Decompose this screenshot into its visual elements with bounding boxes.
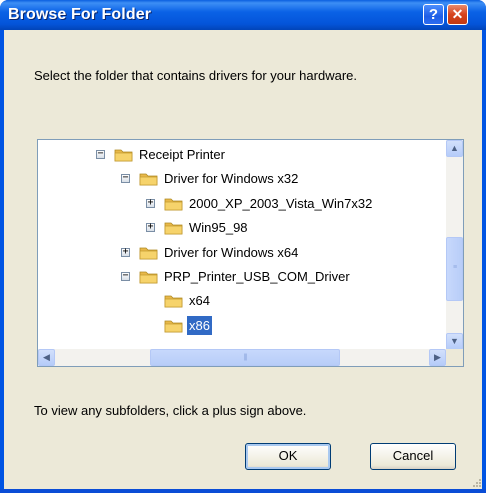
folder-icon: [164, 220, 184, 236]
expand-plus-icon[interactable]: +: [146, 222, 155, 233]
collapse-minus-icon[interactable]: −: [96, 149, 105, 159]
ok-button[interactable]: OK: [245, 443, 331, 470]
chevron-left-icon[interactable]: ◀: [38, 349, 55, 366]
close-button[interactable]: ✕: [447, 4, 468, 25]
expand-plus-icon[interactable]: +: [121, 246, 130, 257]
title-bar[interactable]: Browse For Folder ? ✕: [0, 0, 486, 30]
folder-icon: [139, 171, 159, 187]
chevron-up-icon[interactable]: ▲: [446, 140, 463, 157]
cancel-button[interactable]: Cancel: [370, 443, 456, 470]
collapse-minus-icon[interactable]: −: [121, 271, 130, 281]
tree-item-label[interactable]: PRP_Printer_USB_COM_Driver: [162, 267, 352, 286]
grip-icon: ≡: [452, 264, 457, 271]
tree-item-label[interactable]: Win95_98: [187, 218, 250, 237]
tree-item-label[interactable]: Driver for Windows x64: [162, 243, 300, 262]
grip-icon: |||: [243, 354, 247, 361]
chevron-down-icon[interactable]: ▼: [446, 333, 463, 350]
expand-plus-icon[interactable]: +: [146, 197, 155, 208]
tree-item-label[interactable]: Receipt Printer: [137, 145, 227, 164]
folder-icon: [164, 318, 184, 334]
folder-tree[interactable]: − Receipt Printer − Driver for Windows x32 +…: [37, 139, 464, 367]
browse-for-folder-window: Browse For Folder ? ✕ Select the folder …: [0, 0, 486, 493]
tree-item-label[interactable]: x86: [187, 315, 212, 335]
scrollbar-corner: [446, 349, 463, 366]
collapse-minus-icon[interactable]: −: [121, 173, 130, 184]
vertical-scrollbar[interactable]: ▲ ≡ ▼: [446, 140, 463, 350]
instruction-text: Select the folder that contains drivers …: [34, 68, 357, 83]
folder-icon: [114, 147, 134, 163]
hint-text: To view any subfolders, click a plus sig…: [34, 403, 307, 418]
tree-item-label[interactable]: Driver for Windows x32: [162, 169, 300, 188]
folder-icon: [164, 293, 184, 309]
horizontal-scroll-thumb[interactable]: |||: [150, 349, 340, 366]
window-frame-bottom: [0, 489, 486, 493]
window-title: Browse For Folder: [8, 6, 152, 23]
help-button[interactable]: ?: [423, 4, 444, 25]
folder-icon: [139, 245, 159, 261]
horizontal-scrollbar[interactable]: ◀ ||| ▶: [38, 349, 446, 366]
vertical-scroll-thumb[interactable]: ≡: [446, 237, 463, 301]
chevron-right-icon[interactable]: ▶: [429, 349, 446, 366]
folder-icon: [139, 269, 159, 285]
tree-item-label[interactable]: x64: [187, 291, 212, 310]
tree-item-label[interactable]: 2000_XP_2003_Vista_Win7x32: [187, 194, 374, 213]
folder-icon: [164, 196, 184, 212]
